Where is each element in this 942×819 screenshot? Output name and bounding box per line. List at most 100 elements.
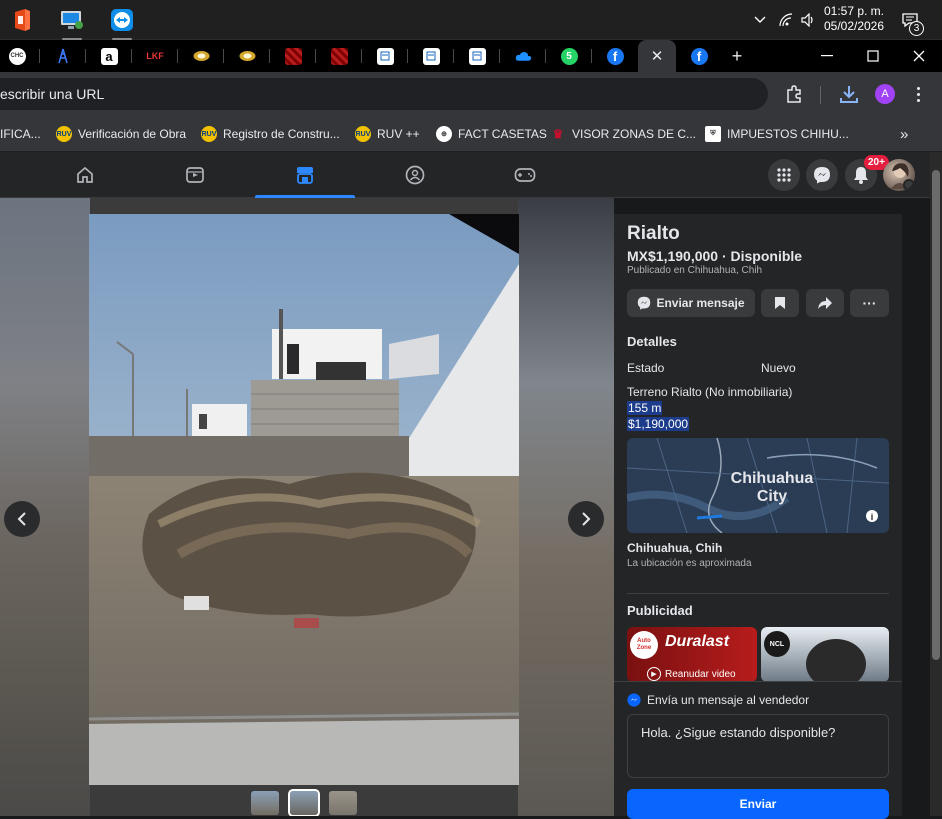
more-options-button[interactable]: ··· bbox=[850, 289, 889, 317]
nav-gaming[interactable] bbox=[475, 152, 575, 198]
amazon-favicon: a bbox=[100, 47, 118, 65]
whatsapp-favicon: 5 bbox=[560, 47, 578, 65]
bookmark-item[interactable]: RUV RUV ++ bbox=[355, 124, 420, 144]
photo-thumbnail[interactable] bbox=[288, 789, 320, 816]
listing-photo[interactable] bbox=[89, 214, 519, 785]
bookmark-item[interactable]: ⛨ IMPUESTOS CHIHU... bbox=[705, 124, 849, 144]
tab-gold-1[interactable] bbox=[178, 40, 224, 72]
browser-menu-icon[interactable] bbox=[908, 84, 928, 104]
autozone-logo: Auto Zone bbox=[630, 631, 658, 659]
condition-label: Estado bbox=[627, 361, 665, 375]
profile-avatar[interactable]: A bbox=[875, 84, 895, 104]
bookmark-item[interactable]: RUV Registro de Constru... bbox=[201, 124, 340, 144]
notification-count-badge: 3 bbox=[909, 21, 924, 36]
tab-whatsapp[interactable]: 5 bbox=[546, 40, 592, 72]
tab-doc-2[interactable] bbox=[408, 40, 454, 72]
next-photo-button[interactable] bbox=[568, 501, 604, 537]
send-button[interactable]: Enviar bbox=[627, 789, 889, 819]
svg-text:i: i bbox=[871, 512, 874, 522]
bookmark-item[interactable]: ♛ VISOR ZONAS DE C... bbox=[550, 124, 696, 144]
listing-title: Rialto bbox=[627, 223, 680, 244]
close-icon[interactable]: ✕ bbox=[651, 47, 664, 65]
photo-thumbnail[interactable] bbox=[251, 791, 279, 815]
nav-home[interactable] bbox=[35, 152, 135, 198]
ad-card-duralast[interactable]: Auto Zone Duralast ▶ Reanudar video bbox=[627, 627, 757, 682]
chc-favicon: CHC bbox=[8, 47, 26, 65]
ruv-icon: RUV bbox=[355, 126, 371, 142]
gold-favicon bbox=[193, 48, 210, 65]
listing-price: MX$1,190,000 · Disponible bbox=[627, 248, 803, 264]
messenger-icon bbox=[814, 167, 830, 184]
chevron-up-icon[interactable] bbox=[750, 0, 770, 40]
system-clock[interactable]: 01:57 p. m. 05/02/2026 bbox=[814, 4, 894, 34]
address-bar[interactable]: escribir una URL bbox=[0, 78, 768, 110]
groups-icon bbox=[405, 165, 425, 185]
minimize-button[interactable] bbox=[804, 40, 850, 72]
tab-red-grid-1[interactable] bbox=[270, 40, 316, 72]
ad-image bbox=[806, 639, 866, 682]
grid-menu-icon bbox=[777, 168, 791, 182]
clock-date: 05/02/2026 bbox=[823, 19, 885, 33]
message-input[interactable]: Hola. ¿Sigue estando disponible? bbox=[627, 714, 889, 778]
home-icon bbox=[77, 166, 93, 183]
wifi-icon[interactable] bbox=[776, 0, 796, 40]
tab-gold-2[interactable] bbox=[224, 40, 270, 72]
new-tab-button[interactable]: + bbox=[714, 40, 760, 72]
extensions-icon[interactable] bbox=[784, 84, 806, 106]
messenger-button[interactable] bbox=[806, 159, 838, 191]
office-app-icon[interactable] bbox=[8, 6, 36, 34]
previous-photo-button[interactable] bbox=[4, 501, 40, 537]
nav-marketplace[interactable] bbox=[255, 152, 355, 198]
toolbar-divider bbox=[820, 86, 821, 104]
tab-doc-3[interactable] bbox=[454, 40, 500, 72]
tab-red-grid-2[interactable] bbox=[316, 40, 362, 72]
share-button[interactable] bbox=[806, 289, 844, 317]
remote-desktop-app-icon[interactable] bbox=[58, 6, 86, 40]
more-bookmarks-button[interactable]: » bbox=[900, 124, 908, 144]
taskbar: 01:57 p. m. 05/02/2026 3 bbox=[0, 0, 942, 40]
bookmark-icon bbox=[775, 297, 785, 309]
chevron-down-icon[interactable] bbox=[903, 179, 915, 191]
bookmark-item[interactable]: IFICA... bbox=[0, 124, 41, 144]
clock-time: 01:57 p. m. bbox=[823, 4, 885, 18]
account-avatar[interactable] bbox=[883, 159, 915, 191]
bookmarks-bar: IFICA... RUV Verificación de Obra RUV Regi… bbox=[0, 116, 942, 152]
location-map[interactable]: i Chihuahua City bbox=[627, 438, 889, 533]
ncl-logo: NCL bbox=[764, 631, 790, 657]
maximize-button[interactable] bbox=[850, 40, 896, 72]
download-icon[interactable] bbox=[838, 83, 860, 105]
save-button[interactable] bbox=[761, 289, 799, 317]
tab-doc-1[interactable] bbox=[362, 40, 408, 72]
bookmark-item[interactable]: ⊕ FACT CASETAS bbox=[436, 124, 547, 144]
details-heading: Detalles bbox=[627, 334, 677, 349]
teamviewer-app-icon[interactable] bbox=[108, 6, 136, 40]
send-message-button[interactable]: Enviar mensaje bbox=[627, 289, 755, 317]
photo-thumbnail[interactable] bbox=[329, 791, 357, 815]
tab-close-button[interactable]: ✕ bbox=[638, 40, 676, 72]
chevron-left-icon bbox=[17, 512, 26, 526]
nav-groups[interactable] bbox=[365, 152, 465, 198]
tab-onedrive[interactable] bbox=[500, 40, 546, 72]
tab-facebook-1[interactable]: f bbox=[592, 40, 638, 72]
tab-amazon[interactable]: a bbox=[86, 40, 132, 72]
message-seller-box: Envía un mensaje al vendedor Hola. ¿Sigu… bbox=[614, 681, 902, 819]
ruv-icon: RUV bbox=[56, 126, 72, 142]
ad-card-ncl[interactable]: NCL bbox=[761, 627, 889, 682]
address-bar-placeholder: escribir una URL bbox=[0, 86, 105, 102]
condition-value: Nuevo bbox=[761, 361, 796, 375]
tab-lkf[interactable]: LKF bbox=[132, 40, 178, 72]
play-icon: ▶ bbox=[647, 667, 661, 681]
photo-viewer bbox=[0, 198, 614, 816]
bookmark-item[interactable]: RUV Verificación de Obra bbox=[56, 124, 186, 144]
tower-favicon bbox=[55, 48, 72, 65]
close-window-button[interactable] bbox=[896, 40, 942, 72]
shield-icon: ⛨ bbox=[705, 126, 721, 142]
listing-published: Publicado en Chihuahua, Chih bbox=[627, 265, 763, 276]
tab-chc[interactable]: CHC bbox=[0, 40, 40, 72]
resume-video-button[interactable]: ▶ Reanudar video bbox=[647, 667, 736, 681]
nav-video[interactable] bbox=[145, 152, 245, 198]
tab-tower[interactable] bbox=[40, 40, 86, 72]
menu-grid-button[interactable] bbox=[768, 159, 800, 191]
ruv-icon: RUV bbox=[201, 126, 217, 142]
page-scrollbar[interactable] bbox=[930, 152, 942, 816]
